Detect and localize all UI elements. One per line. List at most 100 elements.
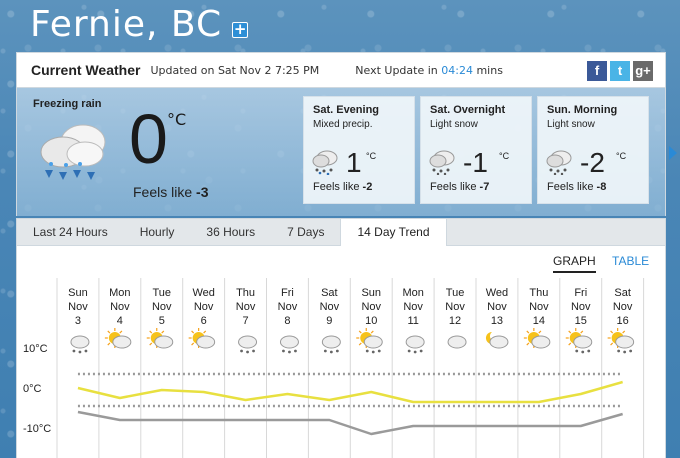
forecast-temp-unit: °C bbox=[499, 151, 510, 161]
day-label: Thu bbox=[236, 287, 255, 299]
day-label: Wed bbox=[192, 287, 214, 299]
day-label: 16 bbox=[617, 315, 629, 327]
day-label: Tue bbox=[446, 287, 465, 299]
day-label: Thu bbox=[529, 287, 548, 299]
day-label: Mon bbox=[109, 287, 130, 299]
day-label: 4 bbox=[117, 315, 123, 327]
snow-icon bbox=[70, 335, 90, 354]
tab-36-hours[interactable]: 36 Hours bbox=[190, 219, 271, 245]
next-forecast-arrow-icon[interactable] bbox=[669, 146, 677, 160]
freezing-rain-icon bbox=[40, 124, 106, 180]
twitter-icon[interactable]: t bbox=[610, 61, 630, 81]
mixed-precip-icon bbox=[312, 150, 338, 175]
sun-cloud-icon bbox=[188, 328, 216, 349]
day-label: Mon bbox=[402, 287, 423, 299]
forecast-feels-like: Feels like -2 bbox=[313, 181, 373, 193]
forecast-temp-unit: °C bbox=[616, 151, 627, 161]
day-label: 5 bbox=[159, 315, 165, 327]
sun-snow-icon bbox=[565, 328, 593, 354]
snow-icon bbox=[405, 335, 425, 354]
current-weather-bar: Current Weather Updated on Sat Nov 2 7:2… bbox=[16, 52, 666, 88]
sun-snow-icon bbox=[356, 328, 383, 354]
day-label: 10 bbox=[365, 315, 377, 327]
day-label: Wed bbox=[486, 287, 508, 299]
next-update: Next Update in 04:24 mins bbox=[355, 63, 503, 77]
day-label: Nov bbox=[68, 301, 88, 313]
forecast-feels-like: Feels like -8 bbox=[547, 181, 607, 193]
current-weather-title: Current Weather bbox=[31, 62, 141, 78]
tab-7-days[interactable]: 7 Days bbox=[271, 219, 340, 245]
google-plus-icon[interactable]: g+ bbox=[633, 61, 653, 81]
sun-cloud-icon bbox=[104, 328, 132, 349]
tab-14-day-trend[interactable]: 14 Day Trend bbox=[340, 219, 447, 247]
day-label: Nov bbox=[571, 301, 591, 313]
current-feels-like: Feels like -3 bbox=[133, 184, 209, 200]
weather-card: Current Weather Updated on Sat Nov 2 7:2… bbox=[16, 52, 677, 458]
day-label: 8 bbox=[284, 315, 290, 327]
forecast-condition: Mixed precip. bbox=[313, 119, 373, 130]
city-name: Fernie, BC bbox=[30, 4, 223, 45]
day-label: Fri bbox=[574, 287, 587, 299]
day-label: 13 bbox=[491, 315, 503, 327]
sun-cloud-icon bbox=[523, 328, 551, 349]
social-links: f t g+ bbox=[587, 61, 653, 81]
day-label: Nov bbox=[320, 301, 340, 313]
day-label: Nov bbox=[487, 301, 507, 313]
day-label: Nov bbox=[278, 301, 298, 313]
tab-last-24-hours[interactable]: Last 24 Hours bbox=[17, 219, 124, 245]
facebook-icon[interactable]: f bbox=[587, 61, 607, 81]
forecast-card[interactable]: Sun. Morning Light snow -2 °C Feels like… bbox=[537, 96, 649, 204]
day-label: 3 bbox=[75, 315, 81, 327]
forecast-condition: Light snow bbox=[547, 119, 595, 130]
day-label: Sat bbox=[321, 287, 338, 299]
day-label: Nov bbox=[110, 301, 130, 313]
day-label: Tue bbox=[152, 287, 171, 299]
forecast-temp: -1 bbox=[463, 147, 488, 178]
day-label: 7 bbox=[242, 315, 248, 327]
y-tick-label: -10°C bbox=[23, 423, 51, 435]
day-label: 11 bbox=[407, 315, 418, 327]
current-temp: 0 bbox=[129, 100, 168, 178]
forecast-period: Sat. Overnight bbox=[430, 104, 506, 116]
cloud-icon bbox=[447, 335, 467, 349]
forecast-temp: 1 bbox=[346, 147, 362, 178]
snow-icon bbox=[238, 335, 258, 354]
day-label: Sun bbox=[68, 287, 88, 299]
forecast-temp: -2 bbox=[580, 147, 605, 178]
snow-icon bbox=[546, 150, 572, 175]
current-condition: Freezing rain bbox=[33, 98, 102, 110]
y-tick-label: 0°C bbox=[23, 383, 42, 395]
day-label: 9 bbox=[326, 315, 332, 327]
day-label: 15 bbox=[575, 315, 587, 327]
day-label: Nov bbox=[403, 301, 423, 313]
y-tick-label: 10°C bbox=[23, 343, 48, 355]
forecast-card[interactable]: Sat. Overnight Light snow -1 °C Feels li… bbox=[420, 96, 532, 204]
day-label: 6 bbox=[201, 315, 207, 327]
snow-icon bbox=[429, 150, 455, 175]
forecast-period: Sat. Evening bbox=[313, 104, 380, 116]
tab-hourly[interactable]: Hourly bbox=[124, 219, 191, 245]
forecast-condition: Light snow bbox=[430, 119, 478, 130]
day-label: Nov bbox=[236, 301, 256, 313]
add-location-button[interactable]: + bbox=[232, 21, 249, 38]
location-header: Fernie, BC + bbox=[30, 4, 249, 45]
day-label: Nov bbox=[529, 301, 549, 313]
forecast-feels-like: Feels like -7 bbox=[430, 181, 490, 193]
moon-cloud-icon bbox=[485, 331, 509, 349]
trend-chart: Sun Nov 3 Mon Nov 4 Tue Nov 5 Wed Nov 6 Thu Nov 7 Fri No… bbox=[23, 278, 645, 458]
day-label: Nov bbox=[152, 301, 172, 313]
day-label: Sun bbox=[361, 287, 381, 299]
sun-cloud-icon bbox=[146, 328, 174, 349]
day-label: Nov bbox=[361, 301, 381, 313]
trend-panel: GRAPH TABLE Sun Nov 3 Mon Nov 4 Tue Nov 5 Wed Nov 6… bbox=[16, 246, 666, 458]
updated-text: Updated on Sat Nov 2 7:25 PM bbox=[150, 63, 320, 77]
forecast-card[interactable]: Sat. Evening Mixed precip. 1 °C Feels li… bbox=[303, 96, 415, 204]
day-label: Fri bbox=[281, 287, 294, 299]
day-label: Sat bbox=[614, 287, 631, 299]
day-label: 14 bbox=[533, 315, 545, 327]
current-temp-unit: °C bbox=[167, 110, 187, 129]
day-label: Nov bbox=[445, 301, 465, 313]
forecast-temp-unit: °C bbox=[366, 151, 377, 161]
sun-snow-icon bbox=[607, 328, 635, 354]
next-update-countdown: 04:24 bbox=[441, 63, 473, 77]
